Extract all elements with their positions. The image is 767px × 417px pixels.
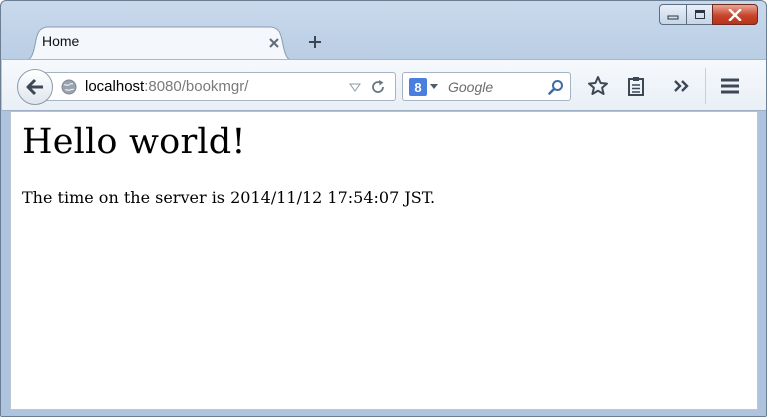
tab-close-button[interactable] (267, 36, 281, 50)
tab-title: Home (42, 33, 80, 49)
page-content: Hello world! The time on the server is 2… (10, 112, 758, 410)
hamburger-icon (721, 78, 739, 94)
clipboard-icon (628, 77, 644, 96)
url-path: :8080/bookmgr/ (144, 78, 249, 95)
search-bar[interactable]: 8 Google (402, 72, 571, 101)
magnifier-icon[interactable] (548, 79, 564, 95)
overflow-button[interactable] (669, 74, 693, 98)
google-icon[interactable]: 8 (409, 78, 427, 96)
menu-button[interactable] (718, 74, 742, 98)
chevron-down-icon[interactable] (430, 84, 438, 90)
double-chevron-icon (674, 80, 689, 92)
page-heading: Hello world! (22, 122, 246, 162)
browser-window: Home localhost:8080/bookmgr/ 8 Google He… (0, 0, 767, 417)
toolbar-separator (705, 68, 706, 104)
restore-icon (694, 10, 705, 19)
close-icon (728, 8, 742, 21)
close-window-button[interactable] (712, 4, 758, 25)
search-placeholder: Google (448, 79, 494, 95)
close-icon (269, 38, 279, 48)
star-icon (588, 76, 608, 95)
reading-list-button[interactable] (624, 74, 648, 98)
new-tab-button[interactable] (305, 32, 325, 52)
reload-icon[interactable] (370, 79, 386, 95)
back-button[interactable] (17, 69, 53, 105)
minimize-icon (667, 15, 679, 19)
dropdown-triangle-icon[interactable] (349, 81, 361, 93)
maximize-button[interactable] (686, 4, 712, 25)
plus-icon (309, 36, 321, 48)
navigation-toolbar: localhost:8080/bookmgr/ 8 Google (2, 59, 766, 111)
url-bar[interactable]: localhost:8080/bookmgr/ (42, 72, 396, 101)
window-caption-buttons (659, 4, 758, 26)
bookmark-star-button[interactable] (586, 74, 610, 98)
server-time-text: The time on the server is 2014/11/12 17:… (22, 188, 436, 207)
minimize-button[interactable] (659, 4, 686, 25)
tab-home[interactable]: Home (23, 25, 295, 61)
url-host: localhost (85, 78, 145, 95)
globe-icon (61, 79, 77, 95)
back-arrow-icon (26, 78, 43, 96)
url-text: localhost:8080/bookmgr/ (85, 78, 248, 95)
